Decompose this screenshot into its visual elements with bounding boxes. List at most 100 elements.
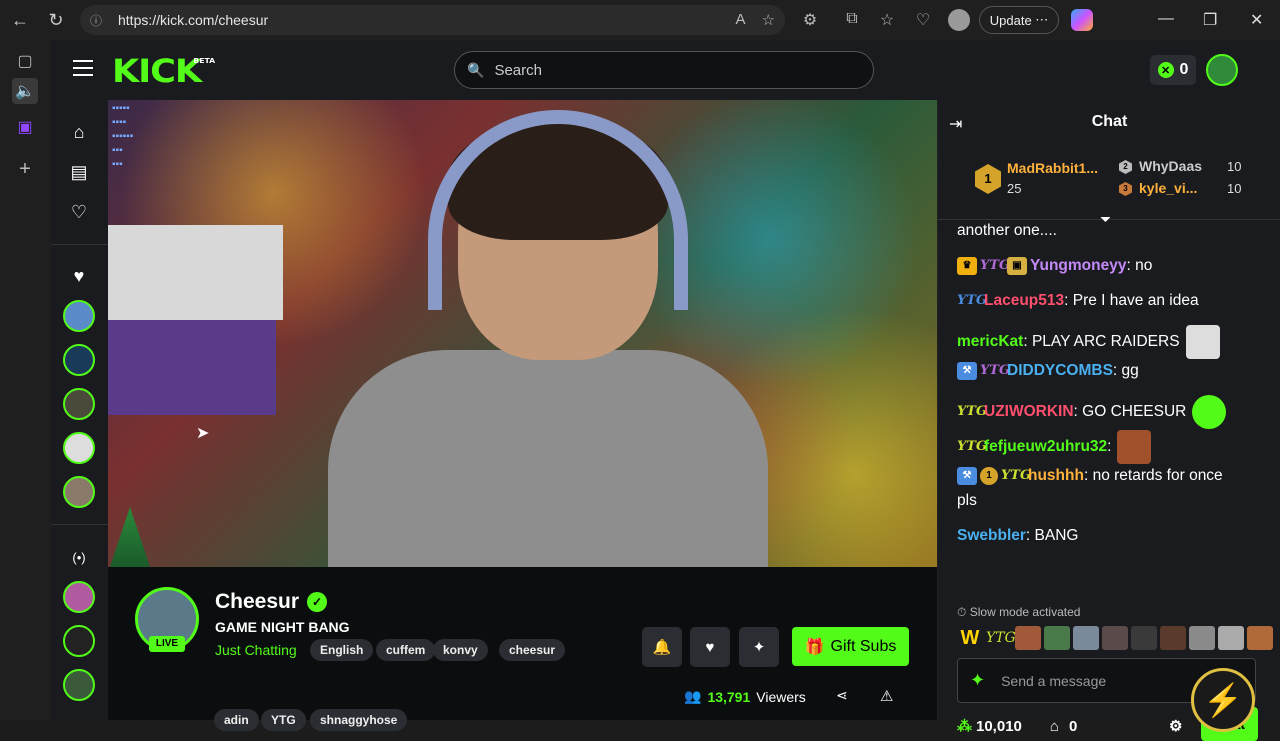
- moderator-badge-icon: ⚒: [957, 466, 977, 485]
- read-aloud-icon[interactable]: A: [736, 11, 746, 29]
- recommended-channel-avatar[interactable]: [63, 625, 95, 657]
- share-icon[interactable]: ⋖: [836, 687, 848, 704]
- stream-tag[interactable]: konvy: [433, 639, 488, 661]
- stream-tag[interactable]: English: [310, 639, 374, 661]
- chat-message[interactable]: ⚒ 1 YTGhushhh: no retards for once: [957, 465, 1223, 487]
- following-icon[interactable]: ♡: [63, 196, 95, 228]
- browser-sidebar: ▢ 🔈 ▣ +: [0, 40, 50, 720]
- store-icon[interactable]: ⌂: [1050, 718, 1059, 735]
- user-avatar[interactable]: [1206, 54, 1238, 86]
- rank-1-badge: 1: [975, 164, 1001, 194]
- audio-tab-icon[interactable]: 🔈: [12, 78, 38, 104]
- browse-icon[interactable]: ▤: [63, 156, 95, 188]
- chat-message[interactable]: YTGLaceup513: Pre I have an idea: [957, 290, 1199, 312]
- cat-emote-icon: [1185, 325, 1220, 359]
- favorite-star-icon[interactable]: ☆: [762, 11, 775, 29]
- recommended-channel-avatar[interactable]: [63, 581, 95, 613]
- followed-channel-avatar[interactable]: [63, 476, 95, 508]
- channel-name[interactable]: Cheesur: [215, 590, 299, 614]
- stream-tag[interactable]: cheesur: [499, 639, 566, 661]
- kick-points-balance: 10,010: [976, 717, 1022, 735]
- stream-tag[interactable]: cuffem: [376, 639, 436, 661]
- stream-tag[interactable]: adin: [214, 709, 259, 731]
- viewers-label: Viewers: [756, 688, 806, 705]
- close-icon[interactable]: ✕: [1250, 10, 1263, 30]
- chat-message[interactable]: another one....: [957, 220, 1057, 242]
- menu-icon[interactable]: [73, 60, 93, 76]
- notification-bell-button[interactable]: 🔔: [642, 627, 682, 667]
- minimize-icon[interactable]: —: [1158, 10, 1174, 28]
- chat-message[interactable]: ♛ YTG ▣ Yungmoneyy: no: [957, 255, 1152, 277]
- leaderboard-name[interactable]: MadRabbit1...: [1007, 160, 1098, 176]
- leaderboard-name[interactable]: WhyDaas: [1139, 158, 1202, 174]
- browser-essentials-icon[interactable]: ♡: [913, 10, 933, 30]
- mouse-cursor: ➤: [196, 425, 210, 442]
- followed-channel-avatar[interactable]: [63, 388, 95, 420]
- points-badge[interactable]: ✕ 0: [1150, 55, 1196, 85]
- search-icon: 🔍: [467, 61, 485, 78]
- guest-camera-1: [108, 225, 283, 320]
- sparkle-button[interactable]: ✦: [739, 627, 779, 667]
- sparkle-icon[interactable]: ✦: [970, 670, 985, 691]
- twitch-tab-icon[interactable]: ▣: [12, 114, 38, 140]
- kick-emote-icon: [1192, 395, 1227, 429]
- emote-icon[interactable]: [1247, 626, 1273, 650]
- followed-channel-avatar[interactable]: [63, 432, 95, 464]
- chat-message[interactable]: YTGUZIWORKIN: GO CHEESUR: [957, 395, 1227, 429]
- favorites-icon[interactable]: ☆: [877, 10, 897, 30]
- back-icon[interactable]: ←: [2, 2, 38, 38]
- gift-icon: 🎁: [804, 638, 825, 656]
- store-count: 0: [1068, 717, 1078, 735]
- report-warning-icon[interactable]: ⚠: [880, 687, 893, 705]
- extensions-icon[interactable]: ⚙: [800, 10, 820, 30]
- site-info-icon[interactable]: ⓘ: [90, 12, 106, 28]
- emote-icon[interactable]: [1015, 626, 1041, 650]
- tab-actions-icon[interactable]: ▢: [12, 48, 38, 74]
- kick-logo[interactable]: KICK BETA: [112, 52, 215, 90]
- chat-message[interactable]: Swebbler: BANG: [957, 525, 1078, 547]
- gift-subs-label: Gift Subs: [830, 637, 897, 655]
- w-emote-icon[interactable]: W: [957, 626, 983, 650]
- url-text: https://kick.com/cheesur: [118, 12, 269, 28]
- copilot-icon[interactable]: [1071, 9, 1093, 31]
- address-bar[interactable]: ⓘ https://kick.com/cheesur A ☆: [80, 5, 785, 35]
- emote-icon[interactable]: [1073, 626, 1099, 650]
- video-player[interactable]: ▪▪▪▪▪ ▪▪▪▪ ▪▪▪▪▪▪ ▪▪▪ ▪▪▪ ➤: [108, 100, 937, 567]
- gift-subs-button[interactable]: 🎁 Gift Subs: [792, 627, 909, 666]
- chat-message[interactable]: YTGfefjueuw2uhru32:: [957, 430, 1152, 464]
- followed-channel-avatar[interactable]: [63, 300, 95, 332]
- leaderboard-name[interactable]: kyle_vi...: [1139, 180, 1197, 196]
- emote-icon[interactable]: [1131, 626, 1157, 650]
- filter-icon[interactable]: ⏷: [1100, 211, 1111, 228]
- moderator-badge-icon: ⚒: [957, 361, 977, 380]
- new-tab-icon[interactable]: +: [12, 156, 38, 182]
- stream-chat-overlay: ▪▪▪▪▪ ▪▪▪▪ ▪▪▪▪▪▪ ▪▪▪ ▪▪▪: [112, 103, 134, 170]
- stream-tag[interactable]: shnaggyhose: [310, 709, 408, 731]
- chat-message[interactable]: mericKat: PLAY ARC RAIDERS: [957, 325, 1220, 359]
- refresh-icon[interactable]: ↻: [38, 2, 74, 38]
- profile-icon[interactable]: [948, 9, 970, 31]
- ytg-emote-icon[interactable]: YTG: [986, 626, 1016, 650]
- followed-channel-avatar[interactable]: [63, 344, 95, 376]
- split-screen-icon[interactable]: ⧉: [842, 10, 862, 30]
- verified-icon: ✓: [307, 592, 327, 612]
- update-button[interactable]: Update ⋯: [979, 6, 1059, 34]
- emote-icon[interactable]: [1218, 626, 1244, 650]
- home-icon[interactable]: ⌂: [63, 116, 95, 148]
- stream-tag[interactable]: YTG: [261, 709, 306, 731]
- emote-icon[interactable]: [1102, 626, 1128, 650]
- emote-icon[interactable]: [1044, 626, 1070, 650]
- follow-heart-button[interactable]: ♥: [690, 627, 730, 667]
- chat-panel: ⇥ Chat 1 MadRabbit1... 25 2 WhyDaas 10 3…: [937, 100, 1280, 741]
- stream-title: GAME NIGHT BANG: [215, 619, 350, 635]
- more-icon[interactable]: ⋯: [1035, 12, 1048, 28]
- lightning-bolt-icon[interactable]: ⚡: [1191, 668, 1255, 732]
- emote-icon[interactable]: [1189, 626, 1215, 650]
- restore-icon[interactable]: ❐: [1203, 10, 1217, 30]
- search-input[interactable]: 🔍 Search: [454, 51, 874, 89]
- recommended-channel-avatar[interactable]: [63, 669, 95, 701]
- emote-icon[interactable]: [1160, 626, 1186, 650]
- chat-message[interactable]: ⚒ YTGDIDDYCOMBS: gg: [957, 360, 1139, 382]
- face-emote-icon: [1117, 430, 1152, 464]
- stream-category[interactable]: Just Chatting: [215, 642, 297, 658]
